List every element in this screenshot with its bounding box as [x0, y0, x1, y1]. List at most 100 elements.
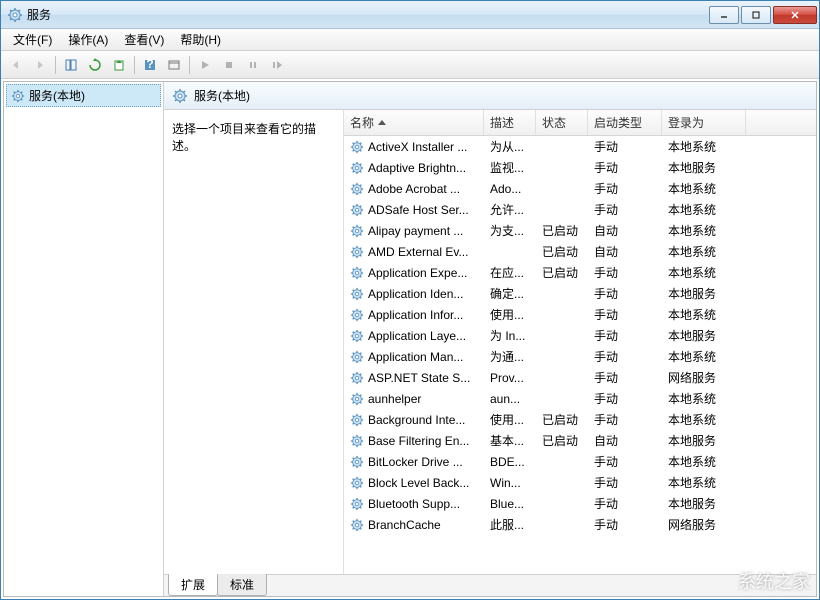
- service-icon: [350, 476, 364, 490]
- cell-logon: 本地系统: [662, 243, 746, 260]
- menu-file[interactable]: 文件(F): [5, 29, 60, 50]
- cell-description: 为通...: [484, 348, 536, 365]
- help-button[interactable]: ?: [139, 54, 161, 76]
- tree-pane[interactable]: 服务(本地): [4, 82, 164, 596]
- cell-description: 在应...: [484, 264, 536, 281]
- restart-service-button[interactable]: [266, 54, 288, 76]
- cell-logon: 本地系统: [662, 138, 746, 155]
- column-header-status[interactable]: 状态: [536, 110, 588, 135]
- cell-description: Win...: [484, 476, 536, 490]
- export-button[interactable]: [108, 54, 130, 76]
- service-icon: [350, 413, 364, 427]
- service-icon: [350, 308, 364, 322]
- cell-name: ADSafe Host Ser...: [344, 203, 484, 217]
- pause-service-button[interactable]: [242, 54, 264, 76]
- service-icon: [350, 434, 364, 448]
- cell-logon: 网络服务: [662, 369, 746, 386]
- cell-logon: 本地系统: [662, 348, 746, 365]
- cell-description: Prov...: [484, 371, 536, 385]
- properties-button[interactable]: [163, 54, 185, 76]
- back-button[interactable]: [5, 54, 27, 76]
- service-row[interactable]: Bluetooth Supp...Blue...手动本地服务: [344, 493, 816, 514]
- service-row[interactable]: Application Man...为通...手动本地系统: [344, 346, 816, 367]
- menubar: 文件(F) 操作(A) 查看(V) 帮助(H): [1, 29, 819, 51]
- service-icon: [350, 371, 364, 385]
- service-row[interactable]: Application Infor...使用...手动本地系统: [344, 304, 816, 325]
- cell-name: ActiveX Installer ...: [344, 140, 484, 154]
- forward-button[interactable]: [29, 54, 51, 76]
- cell-logon: 本地系统: [662, 222, 746, 239]
- cell-description: Blue...: [484, 497, 536, 511]
- cell-startup: 手动: [588, 201, 662, 218]
- tab-extended[interactable]: 扩展: [168, 574, 218, 596]
- tree-node-label: 服务(本地): [29, 87, 85, 104]
- cell-name: Block Level Back...: [344, 476, 484, 490]
- service-row[interactable]: Application Iden...确定...手动本地服务: [344, 283, 816, 304]
- tree-node-services-local[interactable]: 服务(本地): [6, 84, 161, 107]
- list-header: 名称 描述 状态 启动类型 登录为: [344, 110, 816, 136]
- column-header-name[interactable]: 名称: [344, 110, 484, 135]
- cell-name: BranchCache: [344, 518, 484, 532]
- cell-startup: 手动: [588, 327, 662, 344]
- cell-description: 基本...: [484, 432, 536, 449]
- service-row[interactable]: aunhelperaun...手动本地系统: [344, 388, 816, 409]
- cell-logon: 本地系统: [662, 474, 746, 491]
- close-button[interactable]: [773, 6, 817, 24]
- services-icon: [172, 88, 188, 104]
- minimize-button[interactable]: [709, 6, 739, 24]
- stop-service-button[interactable]: [218, 54, 240, 76]
- separator: [134, 56, 135, 74]
- maximize-button[interactable]: [741, 6, 771, 24]
- tab-standard[interactable]: 标准: [217, 574, 267, 596]
- service-row[interactable]: Block Level Back...Win... 手动本地系统: [344, 472, 816, 493]
- cell-startup: 手动: [588, 474, 662, 491]
- service-row[interactable]: Base Filtering En...基本...已启动自动本地服务: [344, 430, 816, 451]
- service-row[interactable]: BranchCache此服...手动网络服务: [344, 514, 816, 535]
- cell-startup: 自动: [588, 222, 662, 239]
- service-icon: [350, 392, 364, 406]
- menu-help[interactable]: 帮助(H): [172, 29, 229, 50]
- column-header-logon[interactable]: 登录为: [662, 110, 746, 135]
- service-icon: [350, 518, 364, 532]
- service-row[interactable]: ASP.NET State S...Prov...手动网络服务: [344, 367, 816, 388]
- refresh-button[interactable]: [84, 54, 106, 76]
- service-row[interactable]: Adaptive Brightn...监视...手动本地服务: [344, 157, 816, 178]
- cell-startup: 自动: [588, 432, 662, 449]
- service-row[interactable]: Adobe Acrobat ...Ado...手动本地系统: [344, 178, 816, 199]
- titlebar[interactable]: 服务: [1, 1, 819, 29]
- cell-startup: 自动: [588, 243, 662, 260]
- menu-action[interactable]: 操作(A): [60, 29, 116, 50]
- service-row[interactable]: Alipay payment ...为支...已启动自动本地系统: [344, 220, 816, 241]
- service-row[interactable]: ActiveX Installer ...为从...手动本地系统: [344, 136, 816, 157]
- cell-name: Adaptive Brightn...: [344, 161, 484, 175]
- cell-description: 监视...: [484, 159, 536, 176]
- service-row[interactable]: Application Expe...在应...已启动手动本地系统: [344, 262, 816, 283]
- cell-status: 已启动: [536, 222, 588, 239]
- column-header-description[interactable]: 描述: [484, 110, 536, 135]
- show-hide-tree-button[interactable]: [60, 54, 82, 76]
- column-header-startup[interactable]: 启动类型: [588, 110, 662, 135]
- service-row[interactable]: ADSafe Host Ser...允许...手动本地系统: [344, 199, 816, 220]
- view-tabs: 扩展 标准: [164, 574, 816, 596]
- cell-description: 此服...: [484, 516, 536, 533]
- service-icon: [350, 140, 364, 154]
- service-row[interactable]: Application Laye...为 In...手动本地服务: [344, 325, 816, 346]
- start-service-button[interactable]: [194, 54, 216, 76]
- pane-header: 服务(本地): [164, 82, 816, 110]
- cell-description: 为从...: [484, 138, 536, 155]
- cell-logon: 本地系统: [662, 264, 746, 281]
- pane-title: 服务(本地): [194, 87, 250, 104]
- cell-name: Adobe Acrobat ...: [344, 182, 484, 196]
- cell-startup: 手动: [588, 495, 662, 512]
- service-row[interactable]: BitLocker Drive ...BDE...手动本地系统: [344, 451, 816, 472]
- service-icon: [350, 287, 364, 301]
- cell-startup: 手动: [588, 159, 662, 176]
- description-hint: 选择一个项目来查看它的描述。: [172, 122, 316, 153]
- cell-name: Alipay payment ...: [344, 224, 484, 238]
- service-row[interactable]: AMD External Ev...已启动自动本地系统: [344, 241, 816, 262]
- cell-name: Application Laye...: [344, 329, 484, 343]
- menu-view[interactable]: 查看(V): [116, 29, 172, 50]
- service-row[interactable]: Background Inte...使用...已启动手动本地系统: [344, 409, 816, 430]
- services-list[interactable]: 名称 描述 状态 启动类型 登录为 ActiveX Installer ...为…: [344, 110, 816, 574]
- cell-name: Application Iden...: [344, 287, 484, 301]
